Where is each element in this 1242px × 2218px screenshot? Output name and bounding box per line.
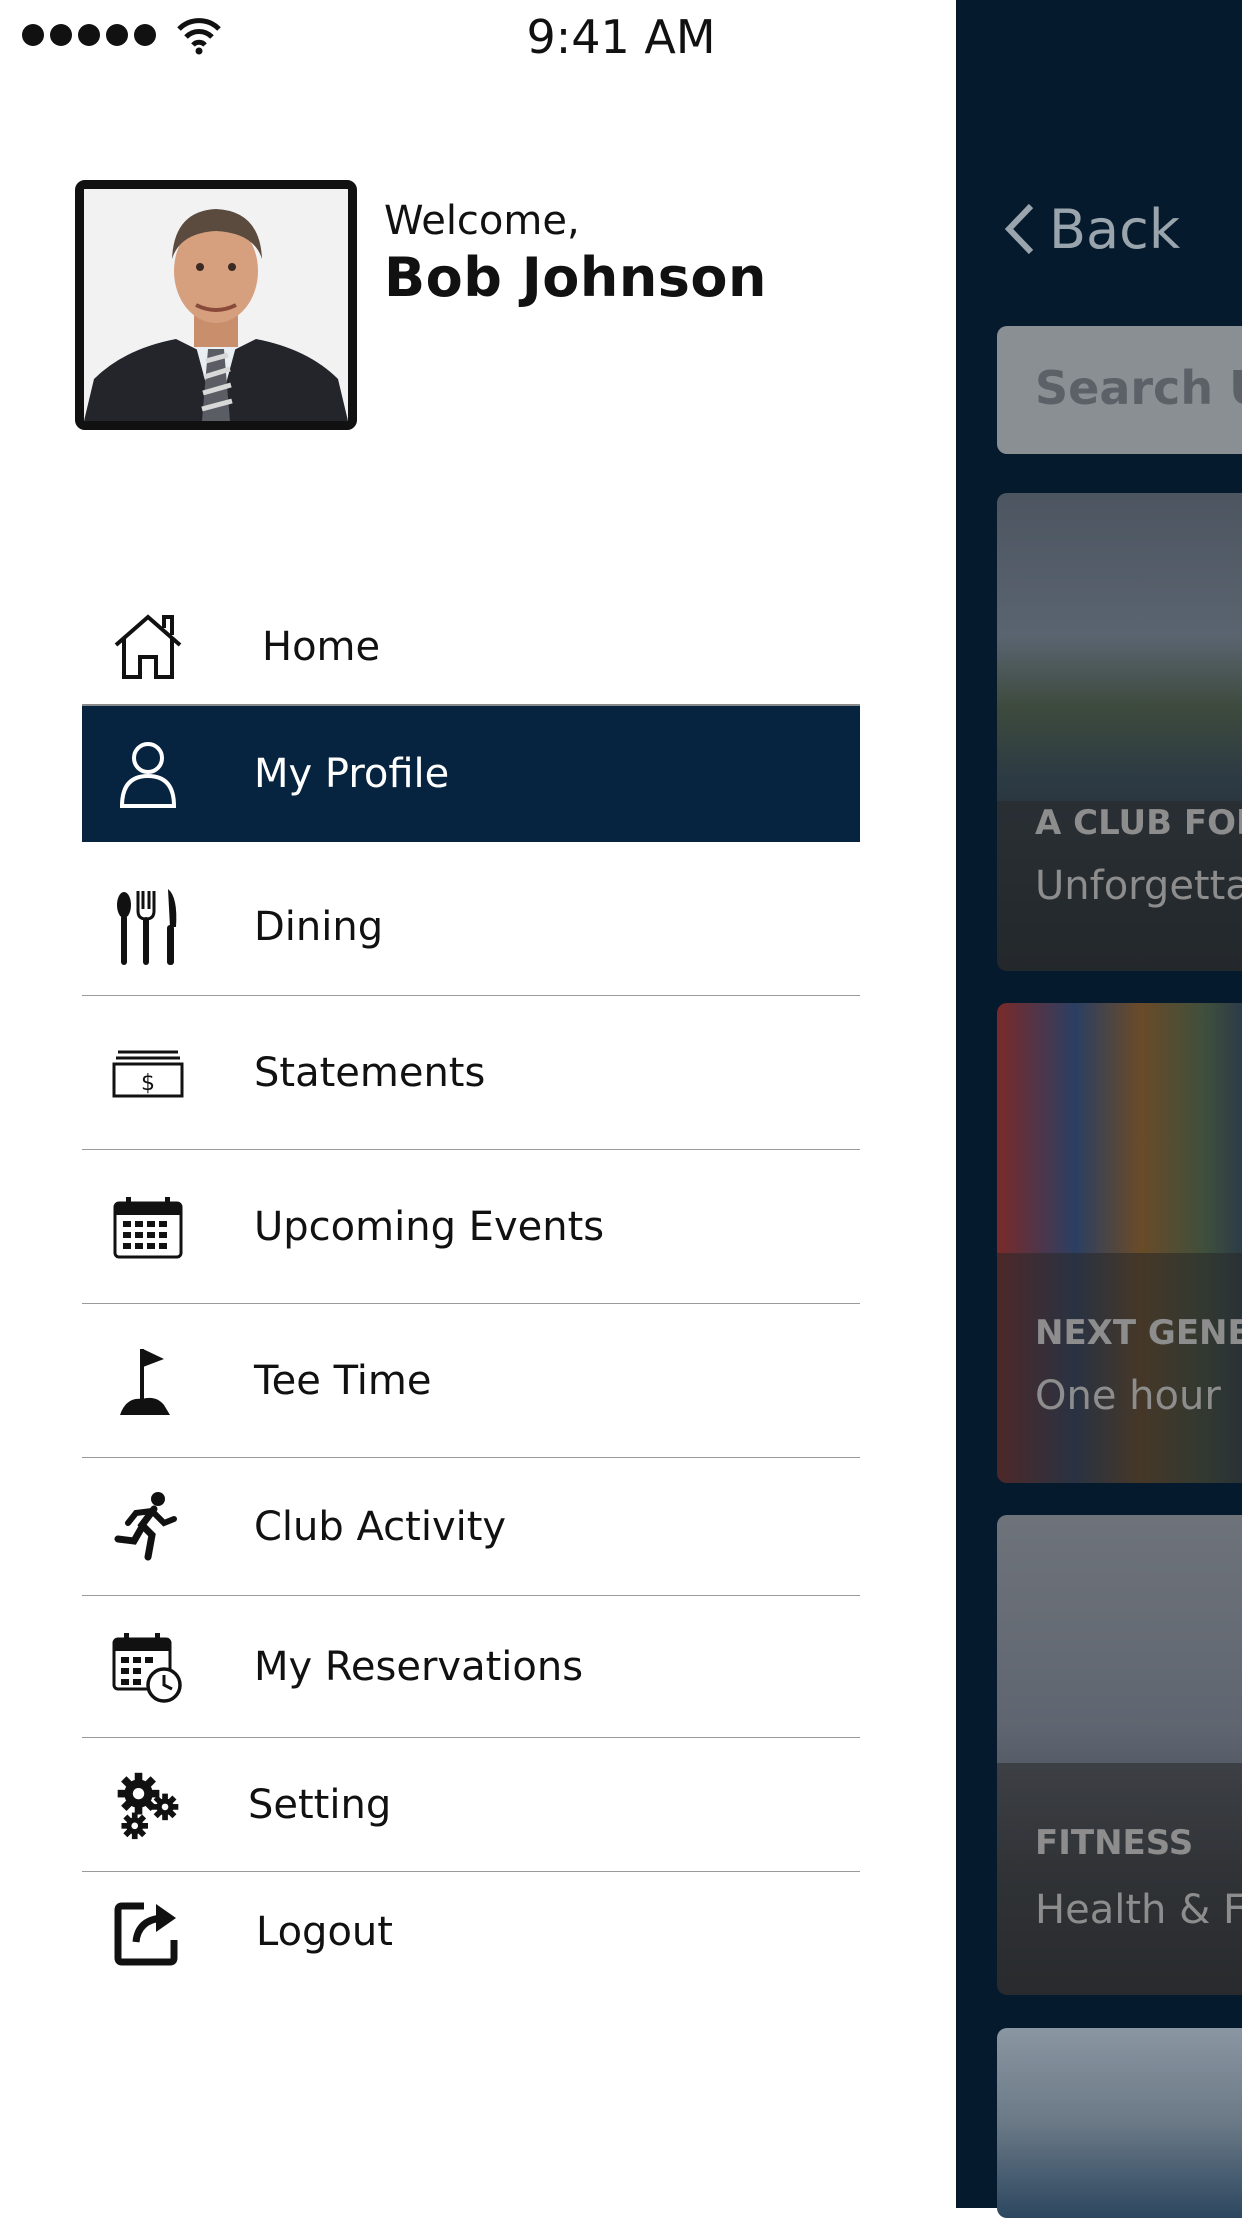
user-name: Bob Johnson xyxy=(384,246,767,309)
menu-label: Tee Time xyxy=(254,1357,432,1404)
menu-label: My Profile xyxy=(254,751,450,797)
menu-item-home[interactable]: Home xyxy=(82,590,860,706)
logout-icon xyxy=(112,1896,184,1968)
svg-text:$: $ xyxy=(141,1071,155,1096)
menu-item-my-profile[interactable]: My Profile xyxy=(82,706,860,842)
news-card[interactable]: NEXT GENE One hour xyxy=(997,1003,1242,1483)
back-button[interactable]: Back xyxy=(1003,194,1180,264)
menu-item-upcoming-events[interactable]: Upcoming Events xyxy=(82,1150,860,1304)
cutlery-icon xyxy=(112,888,184,965)
menu-label: Setting xyxy=(248,1781,392,1828)
card-kicker: A CLUB FOR xyxy=(1035,803,1242,843)
menu-item-club-activity[interactable]: Club Activity xyxy=(82,1458,860,1596)
runner-icon xyxy=(112,1491,184,1563)
side-drawer: 9:41 AM Welcome, Bob Johnson Home My Pro… xyxy=(0,0,956,2208)
chevron-left-icon xyxy=(1004,203,1034,255)
card-overlay xyxy=(997,1763,1242,1995)
card-overlay xyxy=(997,1253,1242,1483)
menu-label: Home xyxy=(262,624,381,670)
card-title: One hour xyxy=(1035,1373,1221,1419)
search-input[interactable]: Search U xyxy=(997,326,1242,454)
menu-item-statements[interactable]: $ Statements xyxy=(82,996,860,1150)
card-kicker: FITNESS xyxy=(1035,1823,1194,1863)
menu-item-my-reservations[interactable]: My Reservations xyxy=(82,1596,860,1738)
menu-item-logout[interactable]: Logout xyxy=(82,1872,860,1992)
welcome-label: Welcome, xyxy=(384,198,580,244)
status-time: 9:41 AM xyxy=(526,10,716,64)
card-kicker: NEXT GENE xyxy=(1035,1313,1242,1353)
home-icon xyxy=(112,611,184,683)
menu-label: Dining xyxy=(254,903,384,950)
back-label: Back xyxy=(1049,197,1181,261)
calendar-clock-icon xyxy=(112,1631,184,1703)
menu-item-setting[interactable]: Setting xyxy=(82,1738,860,1872)
card-title: Unforgetta xyxy=(1035,863,1242,909)
news-card[interactable]: FITNESS Health & F xyxy=(997,1515,1242,1995)
user-photo xyxy=(84,189,348,421)
card-title: Health & F xyxy=(1035,1887,1242,1933)
user-icon xyxy=(112,738,184,810)
calendar-icon xyxy=(112,1191,184,1263)
menu-label: Upcoming Events xyxy=(254,1203,605,1250)
menu-item-tee-time[interactable]: Tee Time xyxy=(82,1304,860,1458)
bill-icon: $ xyxy=(112,1037,184,1109)
news-card[interactable] xyxy=(997,2028,1242,2218)
menu-label: Club Activity xyxy=(254,1503,507,1550)
menu-label: Logout xyxy=(256,1909,393,1955)
avatar[interactable] xyxy=(75,180,357,430)
menu-item-dining[interactable]: Dining xyxy=(82,858,860,996)
gears-icon xyxy=(112,1769,184,1841)
news-card[interactable]: A CLUB FOR Unforgetta xyxy=(997,493,1242,971)
search-placeholder: Search U xyxy=(1035,361,1242,415)
golf-flag-icon xyxy=(112,1345,184,1417)
menu-label: My Reservations xyxy=(254,1643,584,1690)
menu-label: Statements xyxy=(254,1049,486,1096)
